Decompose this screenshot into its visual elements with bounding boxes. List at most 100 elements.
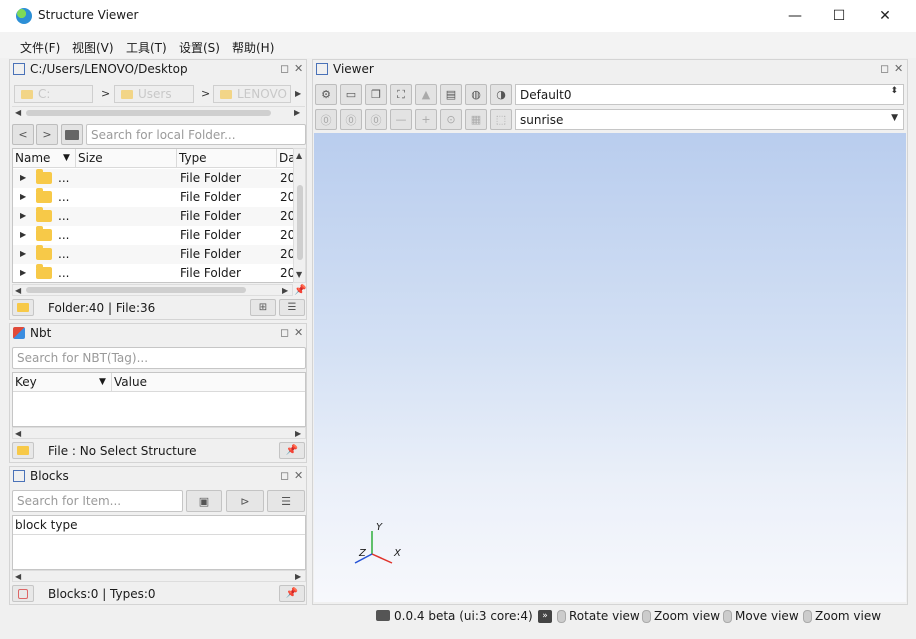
breadcrumb-users[interactable]: Users (114, 85, 194, 103)
file-table-hscroll[interactable]: ◀ ▶ (12, 284, 293, 296)
copy-button[interactable]: ❐ (365, 84, 387, 105)
nbt-folder-button[interactable] (12, 442, 34, 459)
axis-y-button[interactable]: ⓪ (340, 109, 362, 130)
window-button[interactable]: ▭ (340, 84, 362, 105)
pin-icon[interactable]: 📌 (294, 285, 306, 296)
open-folder-button[interactable] (61, 124, 83, 145)
column-type[interactable]: Type (179, 151, 207, 165)
axis-z-button[interactable]: ⓪ (365, 109, 387, 130)
menu-view[interactable]: 视图(V) (72, 39, 114, 56)
breadcrumb-overflow-icon[interactable]: ▶ (295, 89, 301, 98)
close-dock-icon[interactable]: ✕ (294, 469, 303, 482)
nbt-search-input[interactable]: Search for NBT(Tag)... (12, 347, 306, 369)
explorer-folder-button[interactable] (12, 299, 34, 316)
close-button[interactable]: ✕ (862, 0, 908, 32)
scroll-thumb[interactable] (26, 110, 271, 116)
table-row[interactable]: ▶... File Folder 20 (13, 169, 293, 188)
table-row[interactable]: ▶... File Folder 20 (13, 226, 293, 245)
column-value[interactable]: Value (114, 375, 147, 389)
column-name[interactable]: Name (15, 151, 50, 165)
close-dock-icon[interactable]: ✕ (894, 62, 903, 75)
blocks-cube-button[interactable] (12, 585, 34, 602)
expand-arrow-icon[interactable]: ▶ (20, 173, 26, 182)
blocks-image-button[interactable]: ▣ (186, 490, 222, 512)
local-folder-search-input[interactable]: Search for local Folder... (86, 124, 306, 145)
column-key[interactable]: Key (15, 375, 37, 389)
sort-down-icon[interactable]: ▼ (63, 153, 70, 163)
nbt-pin-button[interactable]: 📌 (279, 442, 305, 459)
back-button[interactable]: < (12, 124, 34, 145)
spinner-icon[interactable]: ⬍ (890, 86, 898, 96)
scroll-right-icon[interactable]: ▶ (282, 286, 288, 295)
breadcrumb-c[interactable]: C: (14, 85, 93, 103)
scroll-left-icon[interactable]: ◀ (15, 572, 21, 581)
grid-button[interactable]: ▦ (465, 109, 487, 130)
float-dock-icon[interactable]: ◻ (280, 62, 289, 75)
table-row[interactable]: ▶... File Folder 20 (13, 207, 293, 226)
column-divider[interactable] (75, 149, 76, 168)
blocks-tree-button[interactable]: ⊳ (226, 490, 264, 512)
column-divider[interactable] (111, 373, 112, 392)
axis-x-button[interactable]: ⓪ (315, 109, 337, 130)
menu-settings[interactable]: 设置(S) (179, 39, 220, 56)
forward-double-icon[interactable]: » (538, 610, 552, 623)
zoom-out-button[interactable]: — (390, 109, 412, 130)
menu-tools[interactable]: 工具(T) (126, 39, 167, 56)
minimize-button[interactable]: — (772, 0, 818, 32)
focus-button[interactable]: ⊙ (440, 109, 462, 130)
scroll-down-icon[interactable]: ▼ (296, 270, 302, 279)
scroll-thumb[interactable] (26, 287, 246, 293)
column-divider[interactable] (276, 149, 277, 168)
blocks-search-input[interactable]: Search for Item... (12, 490, 183, 512)
expand-arrow-icon[interactable]: ▶ (20, 211, 26, 220)
viewer-canvas[interactable]: Y X Z (314, 133, 906, 602)
expand-arrow-icon[interactable]: ▶ (20, 192, 26, 201)
up-button[interactable]: ▲ (415, 84, 437, 105)
sort-down-icon[interactable]: ▼ (99, 377, 106, 387)
scroll-left-icon[interactable]: ◀ (15, 286, 21, 295)
file-table-vscroll[interactable]: ▲ ▼ (293, 148, 306, 283)
scroll-right-icon[interactable]: ▶ (295, 429, 301, 438)
scroll-left-icon[interactable]: ◀ (15, 108, 21, 117)
grid-view-button[interactable]: ⊞ (250, 299, 276, 316)
close-dock-icon[interactable]: ✕ (294, 62, 303, 75)
table-row[interactable]: ▶... File Folder 20 (13, 188, 293, 207)
contrast-button[interactable]: ◑ (490, 84, 512, 105)
table-row[interactable]: ▶... File Folder 20 (13, 264, 293, 282)
blocks-hscroll[interactable]: ◀ ▶ (12, 570, 306, 582)
forward-button[interactable]: > (36, 124, 58, 145)
settings-button[interactable]: ⚙ (315, 84, 337, 105)
menu-help[interactable]: 帮助(H) (232, 39, 274, 56)
maximize-button[interactable]: ☐ (816, 0, 862, 32)
blocks-list-button[interactable]: ☰ (267, 490, 305, 512)
gamepad-button[interactable]: ◍ (465, 84, 487, 105)
zoom-in-button[interactable]: + (415, 109, 437, 130)
column-date[interactable]: Da (279, 151, 293, 165)
chevron-down-icon[interactable]: ▼ (891, 113, 898, 123)
expand-arrow-icon[interactable]: ▶ (20, 268, 26, 277)
nbt-hscroll[interactable]: ◀ ▶ (12, 427, 306, 439)
scroll-right-icon[interactable]: ▶ (295, 572, 301, 581)
column-size[interactable]: Size (78, 151, 103, 165)
environment-select[interactable]: sunrise ▼ (515, 109, 904, 130)
camera-select[interactable]: Default0 ⬍ (515, 84, 904, 105)
column-divider[interactable] (176, 149, 177, 168)
scroll-left-icon[interactable]: ◀ (15, 429, 21, 438)
expand-arrow-icon[interactable]: ▶ (20, 249, 26, 258)
select-button[interactable]: ⬚ (490, 109, 512, 130)
list-view-button[interactable]: ☰ (279, 299, 305, 316)
fullscreen-button[interactable]: ⛶ (390, 84, 412, 105)
table-row[interactable]: ▶... File Folder 20 (13, 245, 293, 264)
float-dock-icon[interactable]: ◻ (880, 62, 889, 75)
scroll-right-icon[interactable]: ▶ (294, 108, 300, 117)
column-block-type[interactable]: block type (15, 518, 77, 532)
breadcrumb-lenovo[interactable]: LENOVO (213, 85, 291, 103)
scroll-thumb[interactable] (297, 185, 303, 260)
float-dock-icon[interactable]: ◻ (280, 469, 289, 482)
close-dock-icon[interactable]: ✕ (294, 326, 303, 339)
float-dock-icon[interactable]: ◻ (280, 326, 289, 339)
screenshot-button[interactable]: ▤ (440, 84, 462, 105)
menu-file[interactable]: 文件(F) (20, 39, 60, 56)
scroll-up-icon[interactable]: ▲ (296, 151, 302, 160)
breadcrumb-scrollbar[interactable]: ◀ ▶ (12, 106, 305, 118)
